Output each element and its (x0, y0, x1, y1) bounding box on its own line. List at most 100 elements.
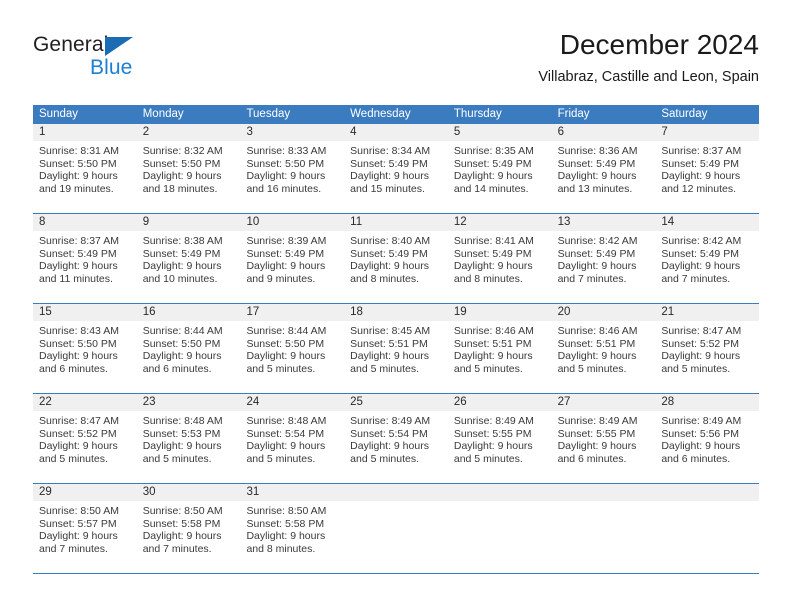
day-number (655, 484, 759, 501)
day-cell[interactable]: 6 Sunrise: 8:36 AM Sunset: 5:49 PM Daylight… (551, 124, 656, 213)
day-cell[interactable]: 18 Sunrise: 8:45 AM Sunset: 5:51 PM Dayligh… (344, 304, 448, 393)
day-number: 29 (39, 486, 52, 498)
daylight-text-line2: and 7 minutes. (39, 542, 108, 555)
sunset-text: Sunset: 5:49 PM (557, 157, 636, 170)
day-cell[interactable]: 31 Sunrise: 8:50 AM Sunset: 5:58 PM Dayligh… (240, 484, 345, 573)
daylight-text-line2: and 7 minutes. (557, 272, 627, 285)
sunrise-text: Sunrise: 8:40 AM (350, 235, 431, 247)
day-cell-empty (655, 484, 760, 573)
day-details: Sunrise: 8:31 AM Sunset: 5:50 PM Daylight:… (33, 141, 137, 195)
day-cell[interactable]: 5 Sunrise: 8:35 AM Sunset: 5:49 PM Daylight… (447, 124, 552, 213)
day-cell[interactable]: 13 Sunrise: 8:42 AM Sunset: 5:49 PM Dayligh… (551, 214, 656, 303)
day-cell[interactable]: 20 Sunrise: 8:46 AM Sunset: 5:51 PM Dayligh… (551, 304, 656, 393)
weekday-header-thursday: Thursday (453, 108, 502, 120)
day-cell[interactable]: 11 Sunrise: 8:40 AM Sunset: 5:49 PM Dayligh… (344, 214, 448, 303)
day-number: 20 (557, 306, 571, 318)
sunset-text: Sunset: 5:51 PM (557, 337, 636, 350)
day-details: Sunrise: 8:50 AM Sunset: 5:58 PM Daylight:… (137, 501, 241, 555)
daylight-text-line2: and 7 minutes. (142, 542, 212, 555)
logo-text-blue: Blue (90, 56, 133, 79)
sunrise-text: Sunrise: 8:41 AM (453, 235, 534, 247)
day-details: Sunrise: 8:41 AM Sunset: 5:49 PM Daylight:… (448, 231, 552, 285)
page-title: December 2024 (559, 29, 759, 60)
daylight-text-line1: Daylight: 9 hours (142, 530, 222, 543)
daylight-text-line1: Daylight: 9 hours (453, 260, 533, 273)
day-number: 19 (453, 306, 467, 318)
daylight-text-line2: and 14 minutes. (453, 182, 529, 195)
day-cell[interactable]: 25 Sunrise: 8:49 AM Sunset: 5:54 PM Dayligh… (344, 394, 448, 483)
sunrise-text: Sunrise: 8:49 AM (350, 415, 431, 427)
week-cells: 29 Sunrise: 8:50 AM Sunset: 5:57 PM Dayligh… (33, 484, 760, 573)
calendar-week-row: 1 Sunrise: 8:31 AM Sunset: 5:50 PM Daylight… (33, 124, 760, 213)
day-details: Sunrise: 8:35 AM Sunset: 5:49 PM Daylight:… (448, 141, 552, 195)
daylight-text-line1: Daylight: 9 hours (453, 350, 533, 363)
day-cell[interactable]: 21 Sunrise: 8:47 AM Sunset: 5:52 PM Dayligh… (655, 304, 760, 393)
page-header: General Blue December 2024 Villabraz, Ca… (33, 28, 759, 98)
sunrise-text: Sunrise: 8:37 AM (39, 235, 119, 247)
day-cell[interactable]: 30 Sunrise: 8:50 AM Sunset: 5:58 PM Dayligh… (136, 484, 241, 573)
day-details: Sunrise: 8:47 AM Sunset: 5:52 PM Daylight:… (655, 321, 759, 375)
day-number: 8 (39, 216, 46, 228)
day-cell[interactable]: 28 Sunrise: 8:49 AM Sunset: 5:56 PM Dayligh… (655, 394, 760, 483)
daylight-text-line1: Daylight: 9 hours (246, 170, 326, 183)
day-cell[interactable]: 8 Sunrise: 8:37 AM Sunset: 5:49 PM Daylight… (33, 214, 137, 303)
sunset-text: Sunset: 5:53 PM (142, 427, 221, 440)
day-details: Sunrise: 8:37 AM Sunset: 5:49 PM Daylight:… (655, 141, 759, 195)
day-cell[interactable]: 22 Sunrise: 8:47 AM Sunset: 5:52 PM Dayligh… (33, 394, 137, 483)
weekday-header-saturday: Saturday (661, 108, 708, 120)
day-cell[interactable]: 27 Sunrise: 8:49 AM Sunset: 5:55 PM Dayligh… (551, 394, 656, 483)
calendar-week-row: 29 Sunrise: 8:50 AM Sunset: 5:57 PM Dayligh… (33, 483, 760, 573)
day-cell[interactable]: 3 Sunrise: 8:33 AM Sunset: 5:50 PM Daylight… (240, 124, 345, 213)
sunset-text: Sunset: 5:54 PM (246, 427, 325, 440)
day-cell[interactable]: 7 Sunrise: 8:37 AM Sunset: 5:49 PM Daylight… (655, 124, 760, 213)
sunrise-text: Sunrise: 8:36 AM (557, 145, 638, 157)
day-number: 28 (661, 396, 675, 408)
weekday-header-monday: Monday (142, 108, 184, 120)
logo-text-general: General (33, 33, 109, 56)
sunrise-text: Sunrise: 8:34 AM (350, 145, 431, 157)
weekday-header-friday: Friday (557, 108, 590, 120)
day-number: 15 (39, 306, 52, 318)
weekday-header-wednesday: Wednesday (350, 108, 411, 120)
day-cell[interactable]: 17 Sunrise: 8:44 AM Sunset: 5:50 PM Dayligh… (240, 304, 345, 393)
daylight-text-line2: and 5 minutes. (39, 452, 108, 465)
daylight-text-line1: Daylight: 9 hours (350, 260, 429, 273)
day-number: 11 (350, 216, 363, 228)
day-cell[interactable]: 2 Sunrise: 8:32 AM Sunset: 5:50 PM Daylight… (136, 124, 241, 213)
sunset-text: Sunset: 5:49 PM (661, 247, 739, 260)
daylight-text-line1: Daylight: 9 hours (661, 260, 741, 273)
day-cell[interactable]: 29 Sunrise: 8:50 AM Sunset: 5:57 PM Dayligh… (33, 484, 137, 573)
day-cell[interactable]: 12 Sunrise: 8:41 AM Sunset: 5:49 PM Dayligh… (447, 214, 552, 303)
day-cell[interactable]: 23 Sunrise: 8:48 AM Sunset: 5:53 PM Dayligh… (136, 394, 241, 483)
day-details: Sunrise: 8:48 AM Sunset: 5:53 PM Daylight:… (137, 411, 241, 465)
day-cell[interactable]: 24 Sunrise: 8:48 AM Sunset: 5:54 PM Dayligh… (240, 394, 345, 483)
day-number: 31 (246, 486, 260, 498)
day-cell[interactable]: 15 Sunrise: 8:43 AM Sunset: 5:50 PM Dayligh… (33, 304, 137, 393)
day-cell[interactable]: 9 Sunrise: 8:38 AM Sunset: 5:49 PM Daylight… (136, 214, 241, 303)
day-cell[interactable]: 16 Sunrise: 8:44 AM Sunset: 5:50 PM Dayligh… (136, 304, 241, 393)
sunset-text: Sunset: 5:58 PM (246, 517, 325, 530)
day-details: Sunrise: 8:48 AM Sunset: 5:54 PM Daylight:… (240, 411, 344, 465)
day-details: Sunrise: 8:42 AM Sunset: 5:49 PM Daylight:… (552, 231, 656, 285)
week-cells: 8 Sunrise: 8:37 AM Sunset: 5:49 PM Daylight… (33, 214, 760, 303)
daylight-text-line2: and 19 minutes. (39, 182, 114, 195)
daylight-text-line1: Daylight: 9 hours (661, 170, 741, 183)
sunset-text: Sunset: 5:52 PM (661, 337, 739, 350)
day-cell[interactable]: 1 Sunrise: 8:31 AM Sunset: 5:50 PM Daylight… (33, 124, 137, 213)
day-cell[interactable]: 26 Sunrise: 8:49 AM Sunset: 5:55 PM Dayligh… (447, 394, 552, 483)
sunrise-text: Sunrise: 8:38 AM (142, 235, 223, 247)
day-details: Sunrise: 8:43 AM Sunset: 5:50 PM Daylight:… (33, 321, 137, 375)
sunset-text: Sunset: 5:55 PM (453, 427, 532, 440)
day-cell[interactable]: 10 Sunrise: 8:39 AM Sunset: 5:49 PM Dayligh… (240, 214, 345, 303)
triangle-logo-icon (105, 37, 133, 56)
day-cell[interactable]: 19 Sunrise: 8:46 AM Sunset: 5:51 PM Dayligh… (447, 304, 552, 393)
sunset-text: Sunset: 5:56 PM (661, 427, 739, 440)
week-cells: 1 Sunrise: 8:31 AM Sunset: 5:50 PM Daylight… (33, 124, 760, 213)
general-blue-logo[interactable]: General Blue (33, 32, 223, 88)
daylight-text-line2: and 5 minutes. (350, 362, 420, 375)
day-details: Sunrise: 8:39 AM Sunset: 5:49 PM Daylight:… (240, 231, 344, 285)
day-number (344, 484, 448, 501)
day-cell[interactable]: 4 Sunrise: 8:34 AM Sunset: 5:49 PM Daylight… (344, 124, 448, 213)
day-cell[interactable]: 14 Sunrise: 8:42 AM Sunset: 5:49 PM Dayligh… (655, 214, 760, 303)
daylight-text-line1: Daylight: 9 hours (246, 530, 326, 543)
